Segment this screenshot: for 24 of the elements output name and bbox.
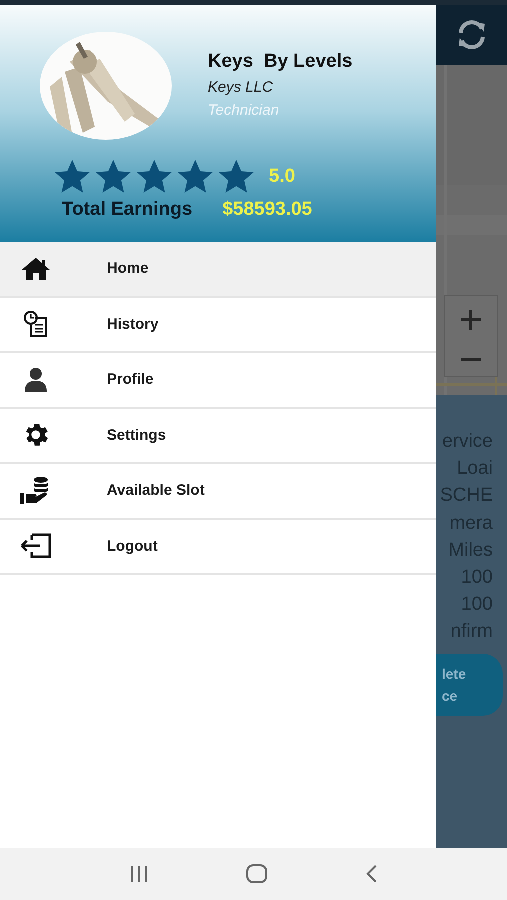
star-icon xyxy=(95,160,132,193)
company-name: Keys LLC xyxy=(208,79,274,96)
star-icon xyxy=(54,160,91,193)
recent-apps-icon[interactable] xyxy=(128,866,149,882)
star-icon xyxy=(177,160,214,193)
star-icon xyxy=(136,160,173,193)
user-name: Keys By Levels xyxy=(208,51,353,73)
menu-item[interactable]: Settings xyxy=(0,408,436,464)
menu-item[interactable]: Home xyxy=(0,242,436,298)
star-icon xyxy=(218,160,255,193)
home-button-icon[interactable] xyxy=(246,864,268,884)
menu-item[interactable]: History xyxy=(0,298,436,353)
earnings-amount: $58593.05 xyxy=(222,199,312,221)
back-icon[interactable] xyxy=(366,865,378,883)
earnings-label: Total Earnings xyxy=(62,199,193,221)
user-role: Technician xyxy=(208,102,280,119)
zoom-in-icon[interactable] xyxy=(461,310,481,330)
zoom-out-icon[interactable] xyxy=(461,358,481,362)
home-icon xyxy=(21,256,51,281)
rating-value: 5.0 xyxy=(269,166,296,188)
menu-item[interactable]: Logout xyxy=(0,520,436,575)
logout-icon xyxy=(20,533,52,560)
history-icon xyxy=(23,310,49,338)
person-icon xyxy=(24,366,48,393)
